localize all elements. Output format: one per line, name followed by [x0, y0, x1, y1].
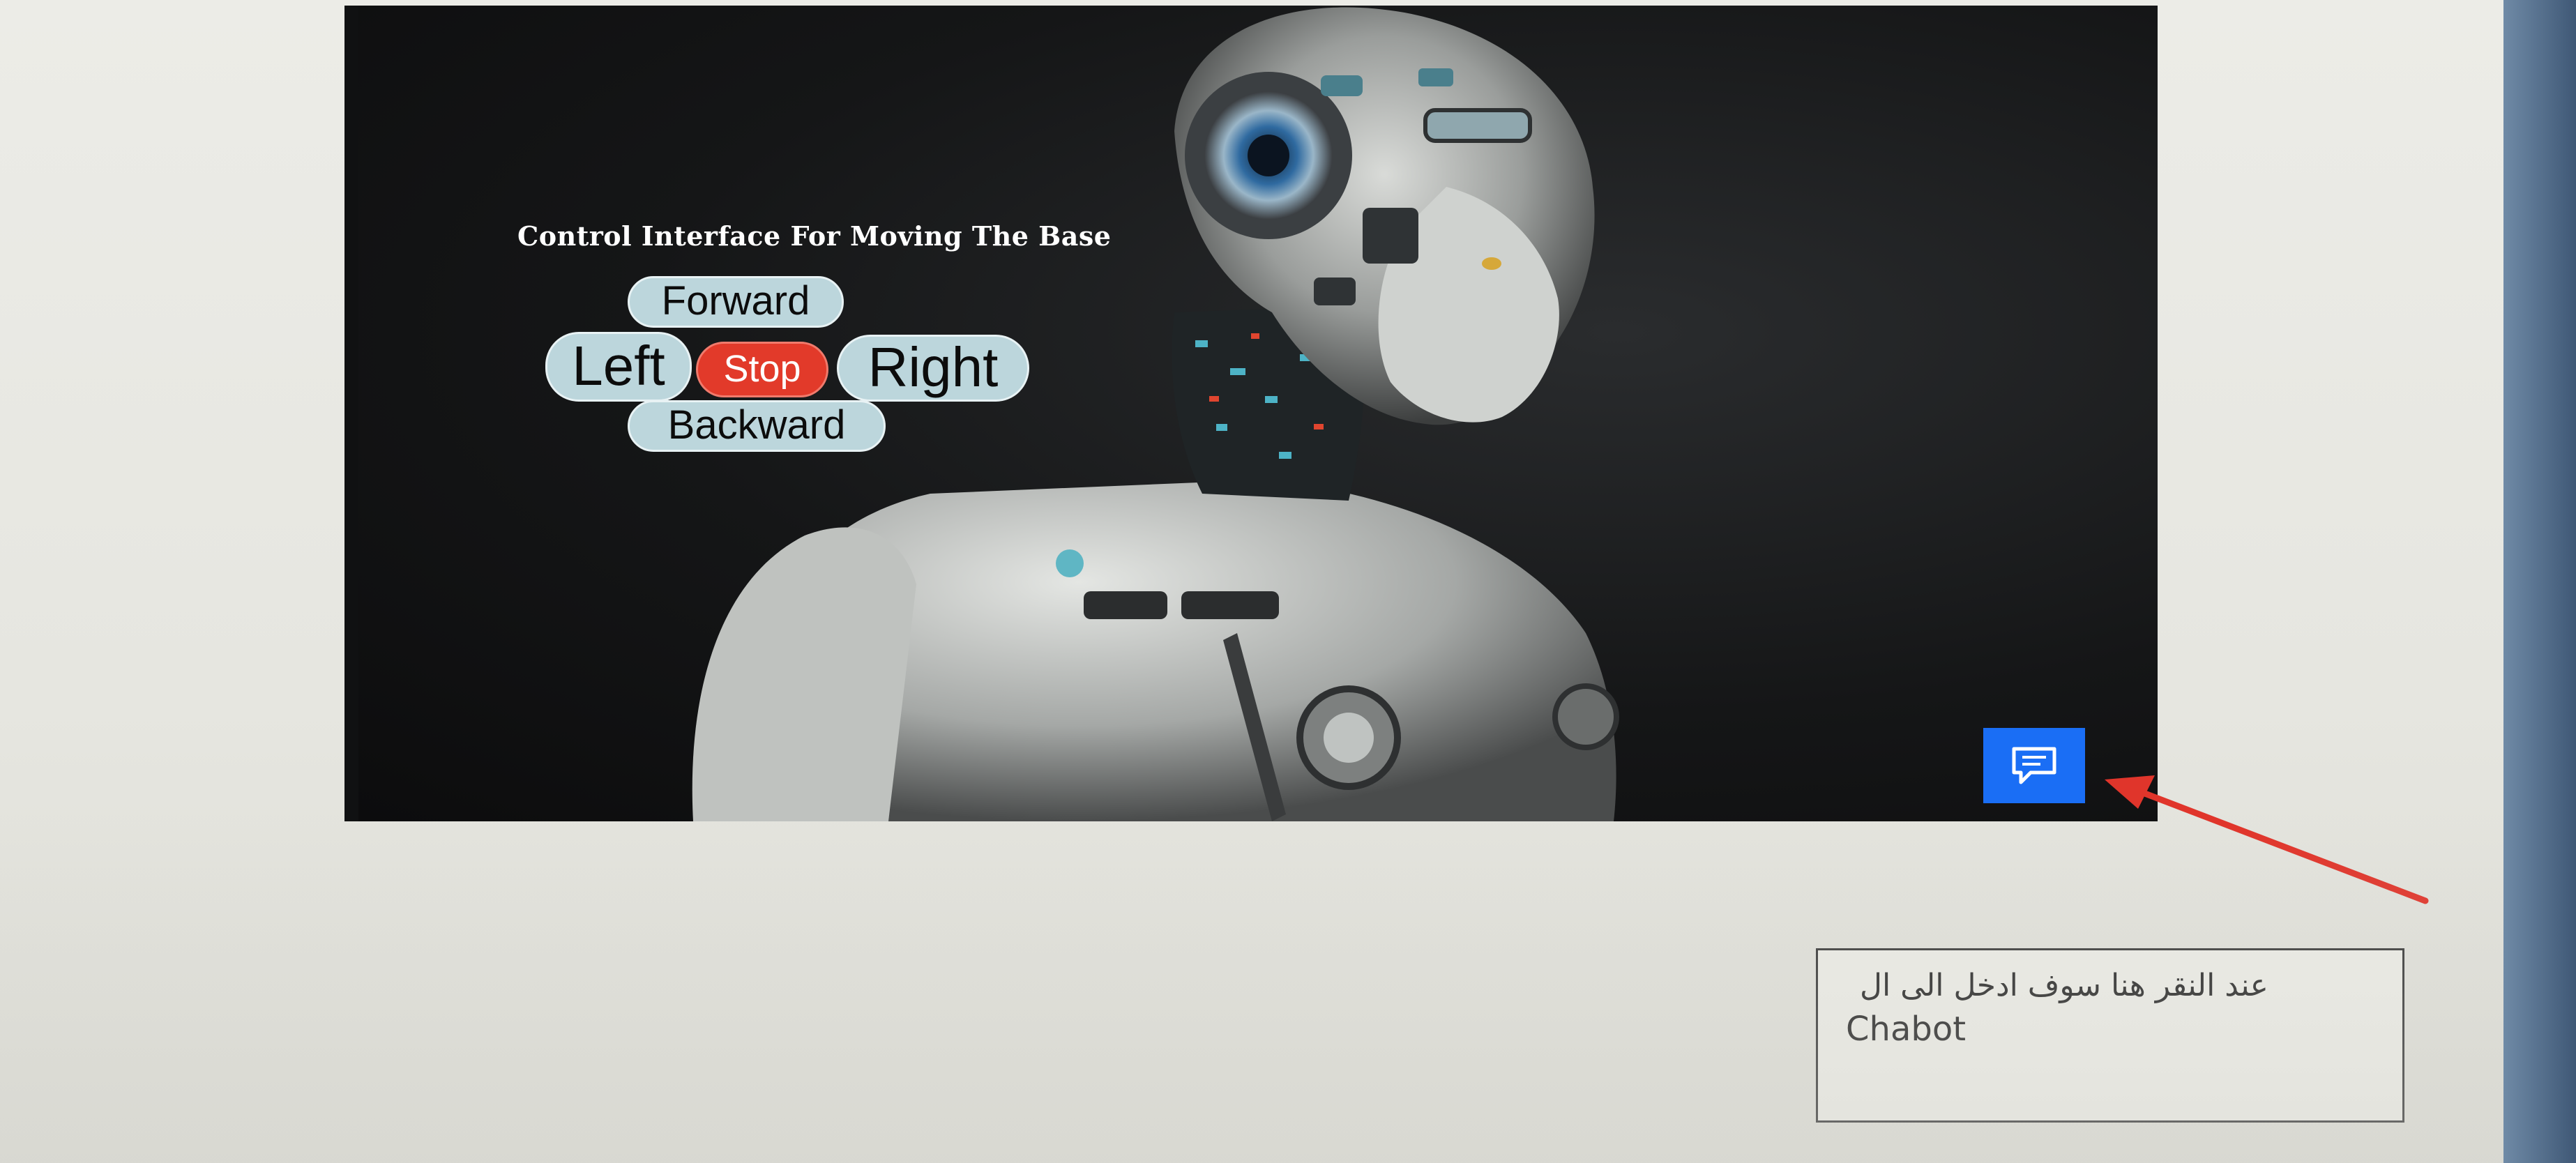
- stop-button[interactable]: Stop: [696, 342, 828, 397]
- note-arabic-text: عند النقر هنا سوف ادخل الى ال: [1860, 968, 2268, 1003]
- chat-icon: [2012, 747, 2056, 784]
- monitor-bezel: [2503, 0, 2576, 1163]
- right-button[interactable]: Right: [837, 335, 1029, 402]
- annotation-note: عند النقر هنا سوف ادخل الى ال Chabot: [1816, 948, 2404, 1123]
- robot-image: [692, 7, 1619, 821]
- chatbot-button[interactable]: [1983, 728, 2085, 803]
- hero-left-border: [344, 6, 360, 821]
- forward-button[interactable]: Forward: [628, 276, 844, 328]
- note-latin-text: Chabot: [1846, 1010, 1967, 1049]
- backward-button[interactable]: Backward: [628, 400, 886, 452]
- control-title: Control Interface For Moving The Base: [517, 220, 1112, 252]
- left-button[interactable]: Left: [545, 332, 692, 402]
- hero-banner: Control Interface For Moving The Base Fo…: [358, 6, 2158, 821]
